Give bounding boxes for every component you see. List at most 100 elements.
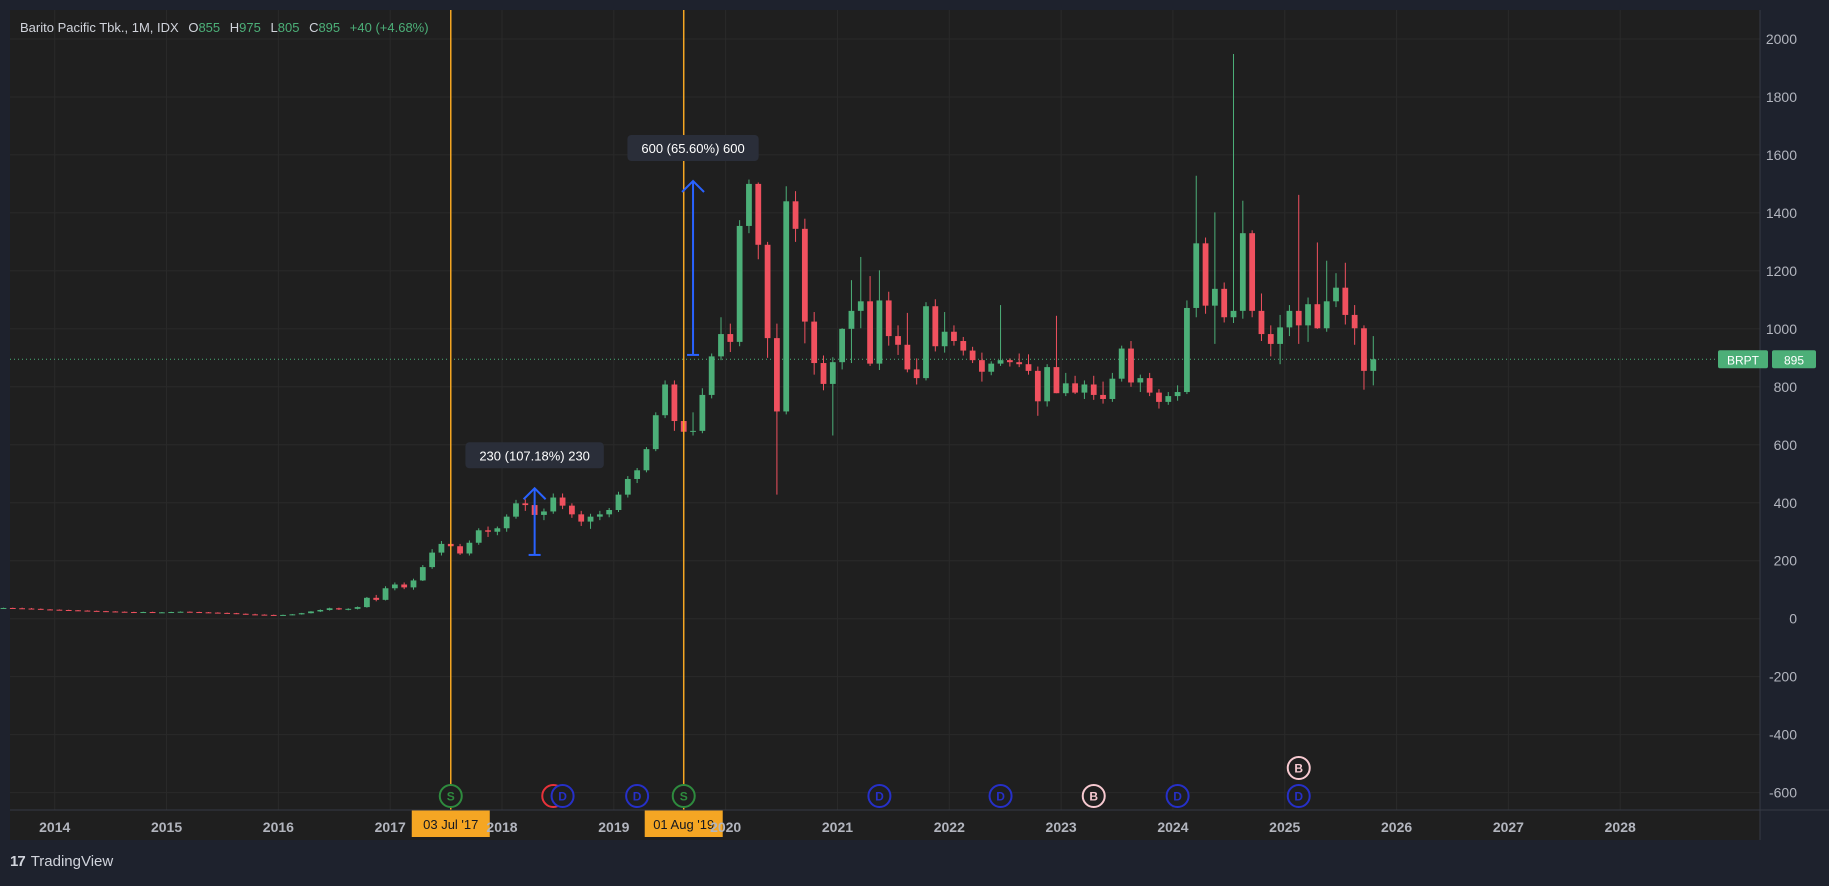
- candle-body: [1016, 362, 1023, 365]
- price-tag-text: 895: [1784, 353, 1804, 367]
- candle-body: [624, 478, 631, 495]
- candle-body: [28, 608, 35, 610]
- y-tick-label: 1200: [1766, 263, 1797, 279]
- candle: [932, 299, 939, 352]
- candle-body: [1006, 360, 1013, 363]
- candle-body: [960, 341, 967, 351]
- x-tick-label: 2017: [375, 819, 406, 835]
- candle-body: [84, 610, 91, 612]
- candle-body: [382, 588, 389, 600]
- candle-body: [121, 611, 128, 613]
- candle-body: [1249, 233, 1256, 311]
- candle-body: [37, 608, 44, 610]
- candle-body: [298, 613, 305, 615]
- dividend-event-icon[interactable]: D: [550, 784, 575, 808]
- y-tick-label: 600: [1774, 437, 1798, 453]
- candle-body: [475, 530, 482, 543]
- symbol-title: Barito Pacific Tbk., 1M, IDX: [20, 20, 179, 35]
- chart-stage[interactable]: 03 Jul '17 01 Aug '19 230 (107.18%) 230 60…: [0, 0, 1829, 881]
- y-tick-label: 0: [1789, 611, 1797, 627]
- candle-body: [606, 510, 613, 515]
- candle: [746, 179, 752, 234]
- candle: [662, 380, 668, 419]
- candle-body: [1109, 378, 1116, 399]
- candle-body: [429, 552, 436, 568]
- candle-body: [47, 609, 53, 611]
- candle-body: [261, 614, 268, 616]
- tradingview-brand[interactable]: 17 TradingView: [10, 853, 113, 870]
- candle-body: [820, 363, 827, 384]
- candle-body: [1239, 233, 1246, 311]
- candle-body: [774, 338, 780, 412]
- candle-body: [19, 608, 26, 610]
- candle-body: [1128, 348, 1134, 383]
- y-tick-label: 200: [1774, 553, 1798, 569]
- open-label: O: [188, 20, 199, 35]
- brand-name: TradingView: [30, 853, 114, 870]
- x-tick-label: 2018: [486, 819, 517, 835]
- candle-body: [485, 530, 491, 532]
- x-tick-label: 2028: [1605, 819, 1636, 835]
- symbol-price-tag: BRPT 895: [1718, 350, 1816, 369]
- candle-body: [56, 609, 63, 611]
- candle: [624, 476, 631, 498]
- dividend-event-icon[interactable]: D: [867, 784, 892, 808]
- candle-body: [522, 503, 529, 506]
- candle: [699, 388, 706, 434]
- buyback-event-icon[interactable]: B: [1081, 784, 1106, 808]
- y-tick-label: 1800: [1766, 89, 1797, 105]
- candle-body: [736, 225, 743, 342]
- candle-body: [1230, 310, 1237, 318]
- candle-body: [1323, 301, 1330, 329]
- candle-body: [9, 607, 16, 609]
- price-tag: BRPT 895: [1718, 350, 1816, 369]
- dividend-event-icon[interactable]: D: [1165, 784, 1190, 808]
- event-glyph: D: [875, 790, 884, 804]
- candle-body: [997, 360, 1004, 364]
- candle-body: [1277, 327, 1283, 344]
- candle-body: [205, 612, 212, 614]
- candlestick-chart[interactable]: 03 Jul '17 01 Aug '19 230 (107.18%) 230 60…: [0, 0, 1829, 881]
- candle-body: [541, 511, 547, 515]
- candle-body: [587, 516, 594, 522]
- x-tick-label: 2025: [1269, 819, 1300, 835]
- y-tick-label: -400: [1769, 727, 1797, 743]
- split-event-icon[interactable]: S: [671, 784, 696, 808]
- buyback-event-icon[interactable]: B: [1286, 756, 1311, 780]
- price-axis[interactable]: 2000180016001400120010008006004002000-20…: [1766, 31, 1797, 801]
- candle-body: [699, 394, 706, 431]
- candle-body: [904, 344, 911, 370]
- x-tick-label: 2026: [1381, 819, 1412, 835]
- date-marker-label: 01 Aug '19: [653, 817, 714, 832]
- candle: [308, 611, 314, 614]
- split-event-icon[interactable]: S: [438, 784, 463, 808]
- x-tick-label: 2020: [710, 819, 741, 835]
- candle-body: [559, 497, 566, 506]
- dividend-event-icon[interactable]: D: [625, 784, 650, 808]
- candle-body: [280, 614, 286, 616]
- time-axis[interactable]: 2014 2015 2016 2017 2018 2019 2020 2021 2022 2023…: [39, 819, 1636, 835]
- candle-body: [373, 597, 380, 600]
- candle-body: [438, 543, 445, 553]
- candle: [643, 447, 650, 473]
- candle: [382, 586, 389, 601]
- candle-body: [1072, 383, 1078, 393]
- candle-body: [671, 384, 678, 422]
- x-tick-label: 2016: [263, 819, 294, 835]
- candle-body: [242, 613, 249, 615]
- candle-body: [1062, 383, 1069, 394]
- candle-body: [634, 470, 641, 479]
- candle-body: [214, 612, 221, 614]
- ohlc-legend: Barito Pacific Tbk., 1M, IDX O855 H975 L…: [20, 20, 429, 35]
- candle: [736, 220, 743, 347]
- candle-body: [1081, 384, 1088, 393]
- candle-body: [643, 449, 650, 471]
- event-glyph: B: [1294, 762, 1303, 776]
- candle-body: [75, 610, 81, 612]
- dividend-event-icon[interactable]: D: [988, 784, 1013, 808]
- candle-body: [364, 597, 370, 608]
- candle-body: [764, 244, 771, 339]
- dividend-event-icon[interactable]: D: [1286, 784, 1311, 808]
- event-glyph: D: [1173, 790, 1182, 804]
- candle-body: [988, 363, 995, 372]
